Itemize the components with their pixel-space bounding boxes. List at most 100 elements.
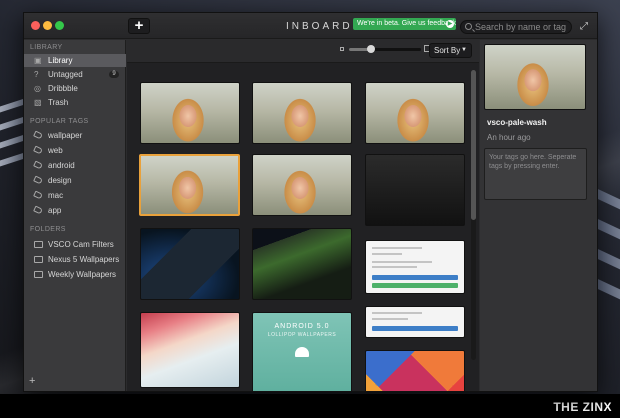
android-icon [295, 347, 309, 357]
folder-icon [34, 241, 43, 248]
text-line [372, 266, 417, 268]
folder-icon [34, 271, 43, 278]
sidebar-item-library[interactable]: ▣ Library [24, 54, 126, 67]
text-line [372, 247, 422, 249]
count-badge: 9 [109, 71, 119, 78]
sidebar-item-label: Dribbble [48, 84, 78, 93]
dribbble-icon: ◎ [34, 84, 41, 93]
sidebar-folder-nexus[interactable]: Nexus 5 Wallpapers [24, 253, 126, 266]
sidebar-item-label: VSCO Cam Filters [48, 240, 114, 249]
tag-icon [33, 145, 43, 155]
sidebar-item-label: Nexus 5 Wallpapers [48, 255, 120, 264]
search-input[interactable]: Search by name or tag [460, 20, 572, 34]
folders-section-header: FOLDERS [30, 226, 66, 233]
add-image-button[interactable]: + [128, 18, 150, 34]
sidebar-folder-vsco[interactable]: VSCO Cam Filters [24, 238, 126, 251]
minimize-window-button[interactable] [43, 21, 52, 30]
sidebar-folder-weekly[interactable]: Weekly Wallpapers [24, 268, 126, 281]
scrollbar[interactable] [471, 70, 476, 360]
detail-preview-image [484, 44, 586, 110]
trash-icon: ▧ [34, 98, 42, 107]
folder-icon [34, 256, 43, 263]
image-tile[interactable] [140, 228, 240, 300]
fullscreen-icon[interactable]: ⤢ [580, 21, 588, 32]
image-tile[interactable] [252, 82, 352, 144]
sidebar-tag-app[interactable]: app [24, 204, 126, 217]
image-tile[interactable] [365, 240, 465, 294]
slider-thumb[interactable] [366, 45, 375, 53]
text-line [372, 318, 408, 320]
sidebar-item-label: app [48, 206, 62, 215]
image-timestamp: An hour ago [487, 133, 531, 142]
question-circle-icon: ? [34, 70, 39, 79]
sidebar-item-untagged[interactable]: ? Untagged 9 [24, 68, 126, 81]
green-bar [372, 283, 458, 288]
tag-icon [33, 130, 43, 140]
sidebar-item-dribbble[interactable]: ◎ Dribbble [24, 82, 126, 95]
maximize-window-button[interactable] [55, 21, 64, 30]
text-line [372, 253, 402, 255]
tags-input[interactable]: Your tags go here. Seperate tags by pres… [484, 148, 587, 200]
library-section-header: LIBRARY [30, 44, 63, 51]
sidebar-tag-wallpaper[interactable]: wallpaper [24, 129, 126, 142]
photo-stack-icon: ▣ [34, 56, 42, 65]
text-line [372, 312, 422, 314]
blue-bar [372, 326, 458, 331]
sidebar-item-label: android [48, 161, 75, 170]
blue-bar [372, 275, 458, 280]
image-name: vsco-pale-wash [487, 118, 547, 127]
text-line [372, 261, 432, 263]
sidebar-item-trash[interactable]: ▧ Trash [24, 96, 126, 109]
bottom-bar: THE ZINX [0, 394, 620, 418]
image-tile[interactable] [365, 154, 465, 226]
arrow-right-icon: ▶ [446, 20, 454, 28]
sidebar-item-label: wallpaper [48, 131, 83, 140]
sidebar-item-label: design [48, 176, 72, 185]
sort-by-label: Sort By [434, 46, 461, 55]
sidebar-item-label: web [48, 146, 63, 155]
close-window-button[interactable] [31, 21, 40, 30]
search-icon [465, 23, 472, 30]
app-window: + INBOARD We're in beta. Give us feedbac… [23, 12, 598, 392]
search-placeholder: Search by name or tag [475, 22, 567, 32]
image-tile[interactable] [252, 154, 352, 216]
beta-feedback-label: We're in beta. Give us feedback [357, 20, 456, 27]
tag-icon [33, 190, 43, 200]
image-tile[interactable] [365, 306, 465, 338]
tags-section-header: POPULAR TAGS [30, 118, 89, 125]
watermark: THE ZINX [553, 400, 612, 414]
add-folder-button[interactable]: + [29, 375, 35, 387]
tile-subtitle: LOLLIPOP WALLPAPERS [267, 332, 337, 338]
title-bar: + INBOARD We're in beta. Give us feedbac… [24, 13, 597, 39]
sidebar-tag-mac[interactable]: mac [24, 189, 126, 202]
image-tile-selected[interactable] [139, 154, 240, 216]
sidebar-item-label: Trash [48, 98, 69, 107]
sort-by-dropdown[interactable]: Sort By ▼ [429, 43, 472, 58]
tag-icon [33, 160, 43, 170]
image-tile[interactable] [140, 82, 240, 144]
app-title: INBOARD [286, 21, 353, 32]
sidebar: LIBRARY ▣ Library ? Untagged 9 ◎ Dribbbl… [24, 40, 126, 391]
sidebar-tag-android[interactable]: android [24, 159, 126, 172]
chevron-down-icon: ▼ [461, 47, 467, 53]
scrollbar-thumb[interactable] [471, 70, 476, 220]
sidebar-item-label: Untagged [48, 70, 83, 79]
image-tile[interactable] [365, 350, 465, 391]
sidebar-item-label: mac [48, 191, 64, 200]
sidebar-item-label: Library [48, 56, 73, 65]
image-tile[interactable] [252, 228, 352, 300]
tile-title: ANDROID 5.0 [274, 323, 330, 330]
image-tile[interactable] [365, 82, 465, 144]
tag-icon [33, 175, 43, 185]
thumbnail-size-slider[interactable] [349, 45, 421, 53]
image-tile[interactable]: ANDROID 5.0 LOLLIPOP WALLPAPERS [252, 312, 352, 391]
image-tile[interactable] [140, 312, 240, 388]
beta-feedback-button[interactable]: We're in beta. Give us feedback ▶ [353, 18, 456, 30]
sidebar-item-label: Weekly Wallpapers [48, 270, 117, 279]
tags-placeholder: Your tags go here. Seperate tags by pres… [489, 154, 577, 170]
sidebar-tag-design[interactable]: design [24, 174, 126, 187]
small-thumbnail-icon [340, 47, 344, 51]
tag-icon [33, 205, 43, 215]
sidebar-tag-web[interactable]: web [24, 144, 126, 157]
grid-toolbar: Sort By ▼ [127, 40, 479, 63]
